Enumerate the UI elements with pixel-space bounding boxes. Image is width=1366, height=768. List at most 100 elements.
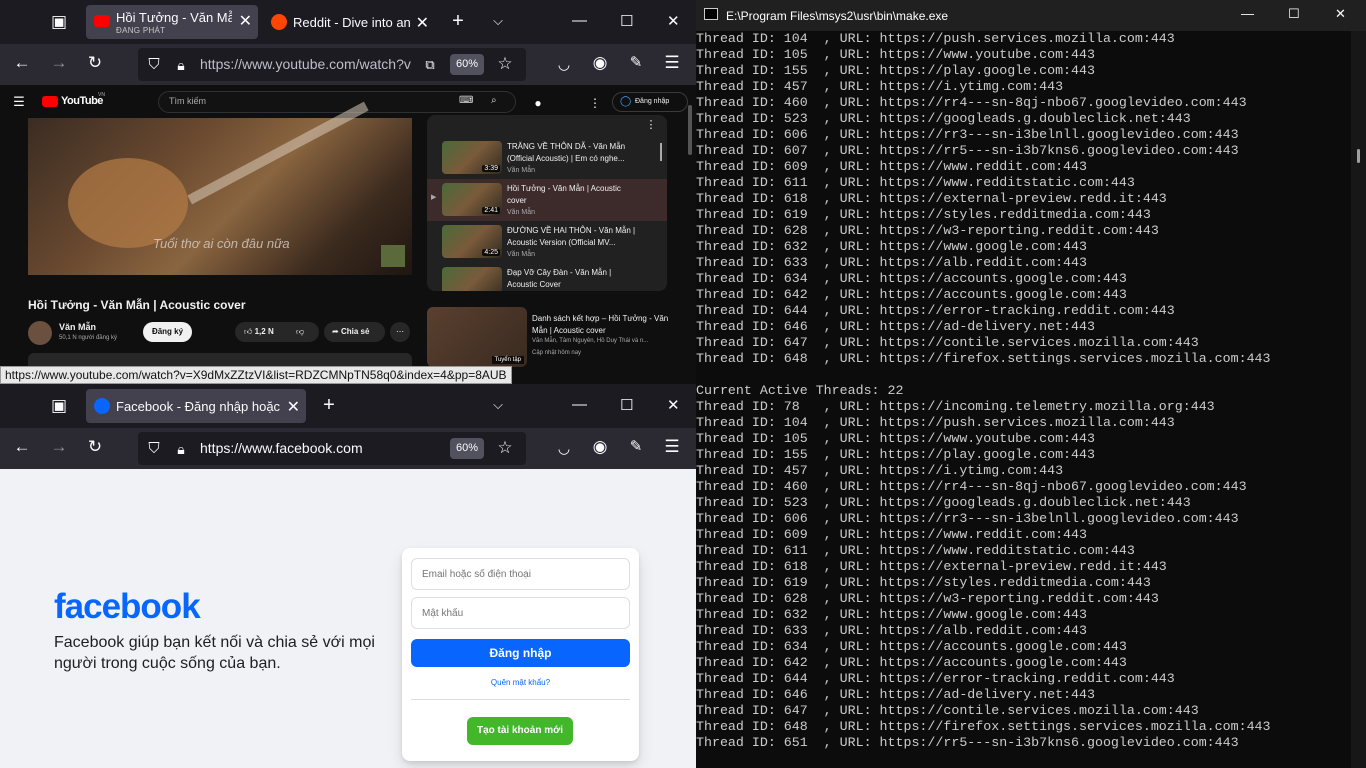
pocket-icon[interactable]: ◡	[552, 54, 576, 74]
mix-title[interactable]: Danh sách kết hợp – Hồi Tưởng - Văn Mẫn …	[532, 313, 672, 337]
console-line: Current Active Threads: 22	[696, 383, 904, 398]
create-account-button[interactable]: Tạo tài khoản mới	[467, 717, 573, 745]
extensions-icon[interactable]: ✎	[624, 437, 648, 457]
shield-icon[interactable]: ⛉	[142, 439, 166, 459]
thumbs-down-icon[interactable]: 👎︎	[296, 322, 304, 342]
bookmark-star-icon[interactable]: ☆	[493, 438, 517, 458]
menu-icon[interactable]: ☰	[660, 437, 684, 457]
console-scrollbar[interactable]	[1351, 31, 1366, 768]
console-line: Thread ID: 632 , URL: https://www.google…	[696, 607, 1087, 622]
maximize-icon[interactable]: ☐	[1288, 6, 1300, 22]
reload-icon[interactable]: ↻	[83, 437, 107, 457]
maximize-icon[interactable]: ☐	[620, 12, 633, 30]
console-line: Thread ID: 648 , URL: https://firefox.se…	[696, 719, 1271, 734]
menu-icon[interactable]: ☰	[660, 53, 684, 73]
tab-overview-icon[interactable]: ▣	[47, 396, 71, 416]
close-tab-icon[interactable]: ✕	[239, 11, 252, 31]
minimize-icon[interactable]: —	[572, 396, 587, 413]
tab-list-chevron-icon[interactable]: ⌵	[486, 395, 510, 415]
playlist-item-channel: Văn Mẫn	[507, 251, 536, 258]
console-line: Thread ID: 155 , URL: https://play.googl…	[696, 63, 1095, 78]
tab-overview-icon[interactable]: ▣	[47, 12, 71, 32]
url-bar[interactable]: ⛉ 🔒︎ https://www.facebook.com 60% ☆	[138, 432, 526, 465]
close-tab-icon[interactable]: ✕	[416, 13, 429, 33]
extensions-icon[interactable]: ✎	[624, 53, 648, 73]
account-icon[interactable]: ◉	[588, 53, 612, 73]
avatar[interactable]	[28, 321, 52, 345]
youtube-logo-icon[interactable]	[42, 96, 58, 107]
console-line: Thread ID: 523 , URL: https://googleads.…	[696, 495, 1191, 510]
reload-icon[interactable]: ↻	[83, 53, 107, 73]
list-item[interactable]: Đạp Vỡ Cây Đàn - Văn Mẫn | Acoustic Cove…	[427, 263, 667, 291]
scrollbar-thumb[interactable]	[1357, 149, 1360, 163]
more-options-icon[interactable]: ⋮	[583, 93, 607, 113]
close-tab-icon[interactable]: ✕	[287, 397, 300, 417]
search-input[interactable]: Tìm kiếm ⌨ ⌕	[158, 91, 516, 113]
zoom-level[interactable]: 60%	[450, 54, 484, 75]
subscribe-button[interactable]: Đăng ký	[143, 322, 192, 342]
mic-icon[interactable]: ●	[526, 93, 550, 113]
new-tab-icon[interactable]: +	[317, 395, 341, 415]
shield-icon[interactable]: ⛉	[142, 55, 166, 75]
back-icon[interactable]: ←	[10, 53, 34, 73]
login-button[interactable]: Đăng nhập	[411, 639, 630, 667]
thumbnail: 3:39	[442, 141, 502, 174]
tab-facebook[interactable]: Facebook - Đăng nhập hoặc đă ✕	[86, 389, 306, 423]
forward-icon[interactable]: →	[47, 53, 71, 73]
tab-list-chevron-icon[interactable]: ⌵	[486, 11, 510, 31]
pip-icon[interactable]: ⧉	[418, 55, 442, 75]
tab-youtube[interactable]: Hồi Tưởng - Văn Mẫn | ĐANG PHÁT ✕	[86, 5, 258, 39]
page-scrollbar[interactable]	[688, 105, 692, 155]
signin-button[interactable]: ◯ Đăng nhập	[612, 92, 688, 112]
mix-thumbnail[interactable]: Tuyển tập	[427, 307, 527, 367]
forgot-password-link[interactable]: Quên mật khẩu?	[402, 678, 639, 687]
account-icon[interactable]: ◉	[588, 437, 612, 457]
console-line: Thread ID: 618 , URL: https://external-p…	[696, 559, 1167, 574]
share-button[interactable]: ➦ Chia sẻ	[324, 322, 385, 342]
list-item[interactable]: 3:39 TRĂNG VỀ THÔN DÃ - Văn Mẫn (Officia…	[427, 137, 667, 179]
back-icon[interactable]: ←	[10, 437, 34, 457]
url-bar[interactable]: ⛉ 🔒︎ https://www.youtube.com/watch?v ⧉ 6…	[138, 48, 526, 81]
list-item[interactable]: ▶ 2:41 Hồi Tưởng - Văn Mẫn | Acoustic co…	[427, 179, 667, 221]
lock-icon[interactable]: 🔒︎	[169, 55, 193, 75]
maximize-icon[interactable]: ☐	[620, 396, 633, 414]
hamburger-icon[interactable]: ☰	[7, 92, 31, 112]
minimize-icon[interactable]: —	[1241, 6, 1254, 21]
zoom-level[interactable]: 60%	[450, 438, 484, 459]
console-output[interactable]: Thread ID: 104 , URL: https://push.servi…	[696, 31, 1351, 768]
playlist-scrollbar[interactable]	[660, 143, 662, 161]
list-item[interactable]: 4:25 ĐƯỜNG VỀ HAI THÔN - Văn Mẫn | Acous…	[427, 221, 667, 263]
console-line: Thread ID: 633 , URL: https://alb.reddit…	[696, 255, 1087, 270]
console-line: Thread ID: 457 , URL: https://i.ytimg.co…	[696, 463, 1064, 478]
url-text[interactable]: https://www.facebook.com	[200, 440, 412, 456]
console-line: Thread ID: 634 , URL: https://accounts.g…	[696, 639, 1127, 654]
channel-name[interactable]: Văn Mẫn	[59, 322, 96, 332]
bookmark-star-icon[interactable]: ☆	[493, 54, 517, 74]
url-text[interactable]: https://www.youtube.com/watch?v	[200, 56, 412, 72]
login-card: Đăng nhập Quên mật khẩu? Tạo tài khoản m…	[402, 548, 639, 761]
password-field[interactable]	[411, 597, 630, 629]
youtube-logo[interactable]: YouTube	[61, 95, 103, 107]
thumbs-up-icon[interactable]: 👍︎	[244, 327, 252, 336]
close-window-icon[interactable]: ✕	[667, 12, 680, 30]
search-icon[interactable]: ⌕	[491, 95, 497, 106]
console-line: Thread ID: 618 , URL: https://external-p…	[696, 191, 1167, 206]
console-line: Thread ID: 642 , URL: https://accounts.g…	[696, 655, 1127, 670]
tab-reddit[interactable]: Reddit - Dive into anyt ✕	[263, 5, 435, 39]
console-line: Thread ID: 647 , URL: https://contile.se…	[696, 335, 1199, 350]
facebook-browser-window: ▣ Facebook - Đăng nhập hoặc đă ✕ + ⌵ — ☐…	[0, 384, 696, 768]
pocket-icon[interactable]: ◡	[552, 438, 576, 458]
video-player[interactable]: Tuổi thơ ai còn đâu nữa	[28, 101, 412, 275]
close-window-icon[interactable]: ✕	[1335, 6, 1346, 22]
forward-icon[interactable]: →	[47, 437, 71, 457]
playlist-options-icon[interactable]: ⋮	[639, 115, 663, 135]
close-window-icon[interactable]: ✕	[667, 396, 680, 414]
minimize-icon[interactable]: —	[572, 12, 587, 29]
new-tab-icon[interactable]: +	[446, 11, 470, 31]
keyboard-icon[interactable]: ⌨	[459, 95, 473, 106]
subscriber-count: 50,1 N người đăng ký	[59, 335, 117, 341]
email-field[interactable]	[411, 558, 630, 590]
like-count[interactable]: 1,2 N	[255, 327, 274, 336]
lock-icon[interactable]: 🔒︎	[169, 439, 193, 459]
more-actions-button[interactable]: ⋯	[390, 322, 410, 342]
